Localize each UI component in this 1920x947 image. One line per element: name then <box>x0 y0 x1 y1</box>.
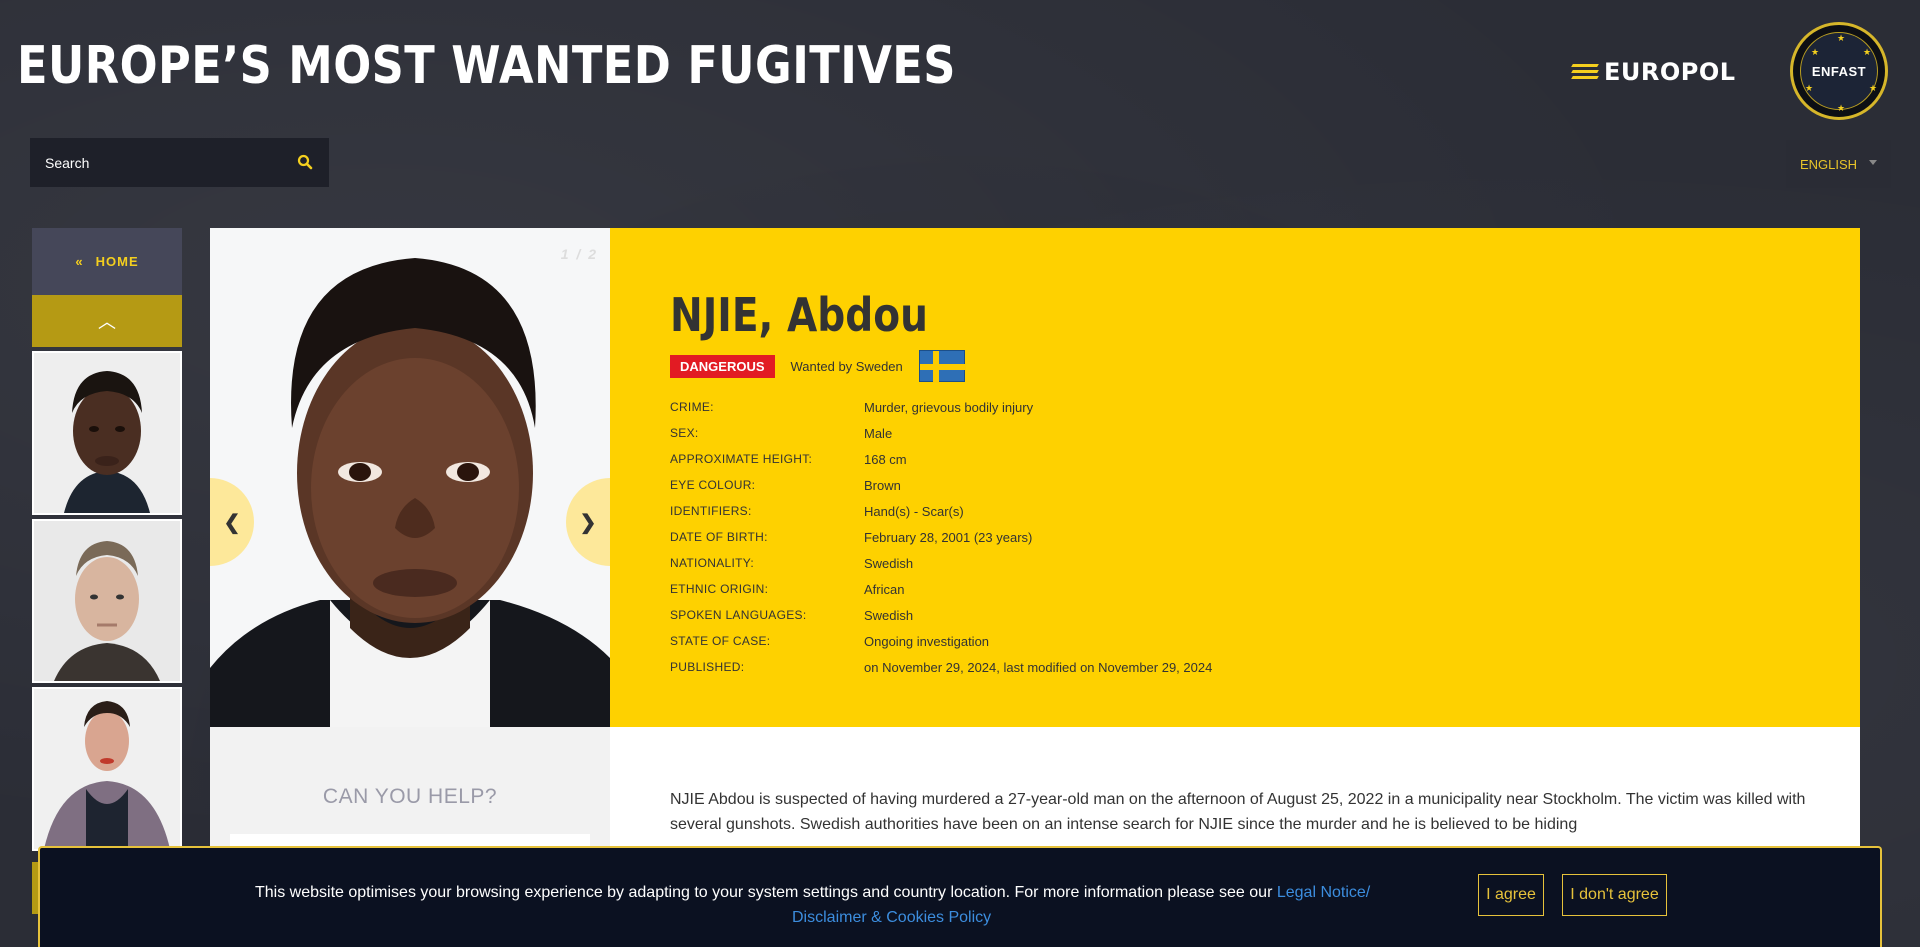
field-label: EYE COLOUR: <box>670 478 756 492</box>
home-label: HOME <box>95 254 139 269</box>
profile-card: 1 / 2 ❮ ❯ NJIE, Abdou DANGEROUS Wanted b… <box>210 228 1860 727</box>
chevron-right-icon: ❯ <box>579 511 597 534</box>
search-icon[interactable] <box>296 153 314 171</box>
language-select[interactable]: ENGLISH <box>1786 140 1891 188</box>
profile-field-row: EYE COLOUR: Brown <box>670 472 1212 498</box>
cookie-message: This website optimises your browsing exp… <box>255 880 1505 930</box>
star-icon: ★ <box>1837 33 1846 43</box>
fugitive-name: NJIE, Abdou <box>670 288 928 342</box>
europol-mark-icon <box>1571 63 1599 81</box>
photo-viewer: 1 / 2 ❮ ❯ <box>210 228 610 727</box>
profile-field-row: SPOKEN LANGUAGES: Swedish <box>670 602 1212 628</box>
star-icon: ★ <box>1869 83 1878 93</box>
field-value: Ongoing investigation <box>864 633 990 649</box>
field-value: Swedish <box>864 607 914 623</box>
field-value: 168 cm <box>864 451 907 467</box>
case-description: NJIE Abdou is suspected of having murder… <box>670 791 1806 833</box>
field-label: DATE OF BIRTH: <box>670 530 768 544</box>
star-icon: ★ <box>1811 47 1820 57</box>
status-row: DANGEROUS Wanted by Sweden <box>670 350 1212 383</box>
field-label: IDENTIFIERS: <box>670 504 752 518</box>
enfast-logo[interactable]: ★ ★ ★ ★ ★ ★ ENFAST <box>1790 22 1888 120</box>
double-chevron-left-icon: « <box>75 254 84 269</box>
profile-field-row: DATE OF BIRTH: February 28, 2001 (23 year… <box>670 524 1212 550</box>
portrait-image <box>34 353 180 513</box>
profile-field-row: IDENTIFIERS: Hand(s) - Scar(s) <box>670 498 1212 524</box>
star-icon: ★ <box>1805 83 1814 93</box>
field-value: on November 29, 2024, last modified on N… <box>864 659 1213 675</box>
thumbnail-fugitive-1[interactable] <box>32 351 182 515</box>
profile-field-row: NATIONALITY: Swedish <box>670 550 1212 576</box>
field-value: Murder, grievous bodily injury <box>864 399 1034 415</box>
thumbnail-fugitive-3[interactable] <box>32 687 182 851</box>
home-button[interactable]: « HOME <box>32 228 182 295</box>
profile-field-row: STATE OF CASE: Ongoing investigation <box>670 628 1212 654</box>
field-value: Swedish <box>864 555 914 571</box>
profile-field-row: ETHNIC ORIGIN: African <box>670 576 1212 602</box>
agree-button[interactable]: I agree <box>1478 874 1544 916</box>
sidebar: « HOME ︿ <box>32 228 182 851</box>
star-icon: ★ <box>1863 47 1872 57</box>
field-label: SPOKEN LANGUAGES: <box>670 608 807 622</box>
profile-field-row: APPROXIMATE HEIGHT: 168 cm <box>670 446 1212 472</box>
field-label: PUBLISHED: <box>670 660 745 674</box>
photo-counter: 1 / 2 <box>560 246 598 262</box>
profile-field-row: PUBLISHED: on November 29, 2024, last mod… <box>670 654 1212 680</box>
caret-down-icon <box>1869 160 1877 165</box>
thumbnail-fugitive-2[interactable] <box>32 519 182 683</box>
field-label: NATIONALITY: <box>670 556 755 570</box>
field-label: ETHNIC ORIGIN: <box>670 582 769 596</box>
field-label: APPROXIMATE HEIGHT: <box>670 452 813 466</box>
page-title: EUROPE’S MOST WANTED FUGITIVES <box>17 36 956 96</box>
field-value: African <box>864 581 905 597</box>
main-portrait-image <box>210 228 610 727</box>
help-title: CAN YOU HELP? <box>322 785 498 808</box>
field-label: STATE OF CASE: <box>670 634 771 648</box>
sweden-flag-icon <box>918 350 966 383</box>
profile-field-row: SEX: Male <box>670 420 1212 446</box>
field-label: SEX: <box>670 426 699 440</box>
europol-logo-text: EUROPOL <box>1604 58 1736 86</box>
cookie-text: This website optimises your browsing exp… <box>255 884 1277 901</box>
europol-logo[interactable]: EUROPOL <box>1571 58 1736 86</box>
field-value: February 28, 2001 (23 years) <box>864 529 1033 545</box>
star-icon: ★ <box>1837 103 1846 113</box>
disagree-button[interactable]: I don't agree <box>1562 874 1667 916</box>
profile-fields: CRIME: Murder, grievous bodily injury SEX:… <box>670 394 1212 680</box>
dangerous-badge: DANGEROUS <box>670 354 775 378</box>
portrait-image <box>34 689 180 849</box>
profile-info: NJIE, Abdou DANGEROUS Wanted by Sweden C… <box>670 288 1212 680</box>
field-label: CRIME: <box>670 400 714 414</box>
cookie-banner: This website optimises your browsing exp… <box>38 846 1882 947</box>
field-value: Male <box>864 425 893 441</box>
legal-notice-link[interactable]: Legal Notice/ <box>1277 884 1370 901</box>
field-value: Brown <box>864 477 901 493</box>
search-input[interactable] <box>45 154 285 171</box>
chevron-up-icon: ︿ <box>98 312 116 332</box>
portrait-image <box>34 521 180 681</box>
scroll-up-button[interactable]: ︿ <box>32 295 182 347</box>
cookies-policy-link[interactable]: Disclaimer & Cookies Policy <box>255 905 1505 930</box>
search-box <box>30 138 329 187</box>
field-value: Hand(s) - Scar(s) <box>864 503 964 519</box>
chevron-left-icon: ❮ <box>223 511 241 534</box>
language-selected: ENGLISH <box>1800 156 1858 172</box>
profile-field-row: CRIME: Murder, grievous bodily injury <box>670 394 1212 420</box>
wanted-by-text: Wanted by Sweden <box>790 358 903 374</box>
